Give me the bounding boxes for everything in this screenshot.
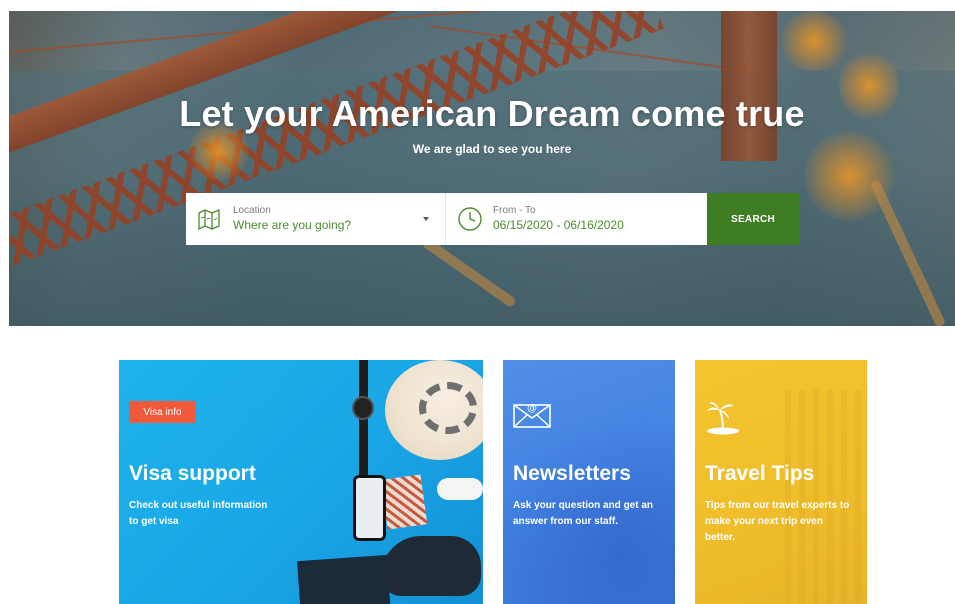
visa-info-badge[interactable]: Visa info bbox=[129, 401, 196, 423]
card-description-line: to get visa bbox=[129, 516, 179, 527]
card-description: Check out useful information to get visa bbox=[129, 498, 279, 530]
airplane-decoration bbox=[437, 478, 483, 500]
card-title[interactable]: Newsletters bbox=[513, 462, 631, 486]
svg-text:@: @ bbox=[527, 403, 537, 414]
visa-support-card[interactable]: Visa info Visa support Check out useful … bbox=[119, 360, 483, 604]
location-field[interactable]: Location Where are you going? bbox=[186, 193, 446, 245]
hat-band-decoration bbox=[419, 382, 477, 434]
envelope-icon: @ bbox=[513, 400, 551, 433]
bridge-tower bbox=[721, 11, 777, 161]
search-bar: Location Where are you going? From - To … bbox=[186, 193, 799, 245]
chevron-down-icon[interactable] bbox=[423, 217, 429, 221]
phone-decoration bbox=[353, 475, 386, 541]
flower-blur bbox=[779, 11, 849, 71]
shoe-decoration bbox=[381, 536, 481, 596]
newsletters-card[interactable]: @ Newsletters Ask your question and get … bbox=[503, 360, 675, 604]
cards-decoration bbox=[380, 474, 428, 530]
clock-icon bbox=[457, 206, 483, 232]
hero-title: Let your American Dream come true bbox=[179, 93, 805, 134]
date-range-field[interactable]: From - To 06/15/2020 - 06/16/2020 bbox=[446, 193, 707, 245]
city-skyline-decoration bbox=[785, 390, 867, 604]
date-range-label: From - To bbox=[493, 205, 536, 216]
location-value[interactable]: Where are you going? bbox=[233, 217, 351, 233]
card-description-line: Check out useful information bbox=[129, 500, 268, 511]
travel-tips-card[interactable]: Travel Tips Tips from our travel experts… bbox=[695, 360, 867, 604]
map-icon bbox=[197, 206, 223, 232]
search-button[interactable]: SEARCH bbox=[707, 193, 799, 245]
card-description: Tips from our travel experts to make you… bbox=[705, 500, 850, 543]
date-range-value[interactable]: 06/15/2020 - 06/16/2020 bbox=[493, 217, 624, 233]
watch-decoration bbox=[352, 396, 374, 420]
card-description: Ask your question and get an answer from… bbox=[513, 500, 654, 527]
hero-subtitle: We are glad to see you here bbox=[412, 142, 572, 156]
location-label: Location bbox=[233, 205, 271, 216]
palm-island-icon bbox=[705, 400, 743, 441]
card-title[interactable]: Visa support bbox=[129, 462, 256, 486]
passport-decoration bbox=[297, 554, 391, 604]
card-title[interactable]: Travel Tips bbox=[705, 462, 814, 486]
hero-banner: Let your American Dream come true We are… bbox=[9, 11, 955, 326]
